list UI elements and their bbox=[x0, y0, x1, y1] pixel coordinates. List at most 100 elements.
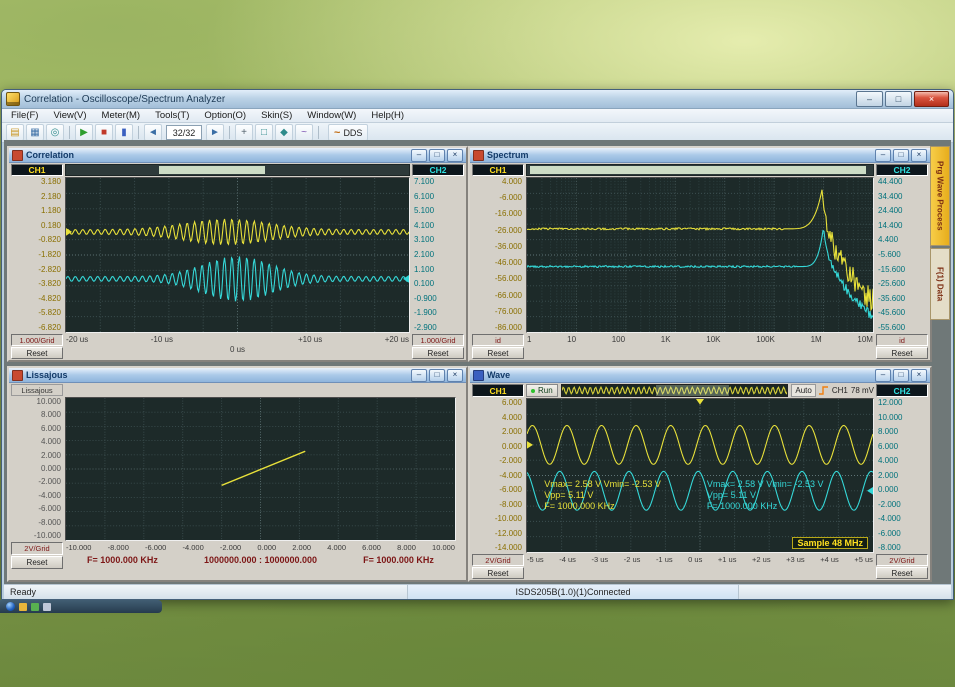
x-tick: -10.000 bbox=[66, 543, 91, 552]
open-icon[interactable]: ▤ bbox=[6, 124, 24, 141]
toolbar-separator bbox=[138, 126, 139, 139]
next-frame-icon[interactable]: ► bbox=[206, 124, 224, 141]
menu-option[interactable]: Option(O) bbox=[203, 110, 247, 121]
correlation-ch1-reset-button[interactable]: Reset bbox=[11, 347, 63, 359]
menu-view[interactable]: View(V) bbox=[52, 110, 87, 121]
lissajous-close-button[interactable]: × bbox=[447, 369, 463, 382]
wave-preview-strip[interactable] bbox=[561, 384, 789, 397]
cursor-icon[interactable]: + bbox=[235, 124, 253, 141]
snapshot-icon[interactable]: ◎ bbox=[46, 124, 64, 141]
spectrum-scroll-thumb[interactable] bbox=[530, 166, 866, 174]
spectrum-titlebar[interactable]: Spectrum – □ × bbox=[470, 148, 930, 163]
wave-maximize-button[interactable]: □ bbox=[893, 369, 909, 382]
axis-tick: 0.100 bbox=[414, 280, 434, 288]
lissajous-trace bbox=[66, 398, 455, 540]
prev-frame-icon[interactable]: ◄ bbox=[144, 124, 162, 141]
correlation-close-button[interactable]: × bbox=[447, 149, 463, 162]
axis-tick: -6.000 bbox=[38, 505, 61, 513]
spectrum-window-icon bbox=[473, 150, 484, 161]
spectrum-maximize-button[interactable]: □ bbox=[893, 149, 909, 162]
correlation-scroll-thumb[interactable] bbox=[159, 166, 265, 174]
axis-tick: -35.600 bbox=[878, 295, 905, 303]
menu-tools[interactable]: Tools(T) bbox=[154, 110, 190, 121]
tab-prg-wave-process[interactable]: Prg Wave Process bbox=[930, 146, 950, 246]
x-tick: +3 us bbox=[786, 555, 805, 564]
wave-preview-window[interactable] bbox=[656, 385, 728, 396]
single-capture-icon[interactable]: ▮ bbox=[115, 124, 133, 141]
menu-file[interactable]: File(F) bbox=[10, 110, 39, 121]
correlation-titlebar[interactable]: Correlation – □ × bbox=[9, 148, 466, 163]
taskbar-app-icon-2[interactable] bbox=[43, 603, 51, 611]
correlation-ch2-reset-button[interactable]: Reset bbox=[412, 347, 464, 359]
lissajous-maximize-button[interactable]: □ bbox=[429, 369, 445, 382]
wave-window-icon bbox=[473, 370, 484, 381]
wave-traces bbox=[527, 399, 873, 552]
wave-ch1-reset-button[interactable]: Reset bbox=[472, 567, 524, 579]
correlation-ch2-label: CH2 bbox=[412, 164, 464, 176]
axis-tick: -14.000 bbox=[495, 544, 522, 552]
axis-tick: 4.100 bbox=[414, 222, 434, 230]
titlebar[interactable]: Correlation - Oscilloscope/Spectrum Anal… bbox=[2, 90, 953, 109]
axis-tick: 0.000 bbox=[878, 486, 898, 494]
x-tick: -4 us bbox=[559, 555, 576, 564]
stop-icon[interactable]: ■ bbox=[95, 124, 113, 141]
axis-tick: -6.000 bbox=[499, 194, 522, 202]
spectrum-ch1-grid-scale: id bbox=[472, 334, 524, 346]
menu-meter[interactable]: Meter(M) bbox=[101, 110, 142, 121]
spectrum-scroll-strip[interactable] bbox=[526, 164, 874, 176]
start-button-icon[interactable] bbox=[6, 602, 15, 611]
taskbar-folder-icon[interactable] bbox=[19, 603, 27, 611]
axis-tick: -55.600 bbox=[878, 324, 905, 332]
axis-tick: -2.820 bbox=[38, 266, 61, 274]
menu-window[interactable]: Window(W) bbox=[306, 110, 357, 121]
spectrum-ch1-axis: 4.000-6.000-16.000-26.000-36.000-46.000-… bbox=[471, 177, 525, 333]
correlation-x-center: 0 us bbox=[64, 345, 411, 357]
spectrum-ch2-reset-button[interactable]: Reset bbox=[876, 347, 928, 359]
x-tick: +2 us bbox=[752, 555, 771, 564]
minimize-button[interactable]: – bbox=[856, 91, 883, 107]
taskbar[interactable] bbox=[0, 600, 162, 613]
dds-button[interactable]: ~ DDS bbox=[328, 124, 368, 141]
taskbar-app-icon[interactable] bbox=[31, 603, 39, 611]
spectrum-close-button[interactable]: × bbox=[911, 149, 927, 162]
main-window: Correlation - Oscilloscope/Spectrum Anal… bbox=[1, 89, 954, 600]
wave-titlebar[interactable]: Wave – □ × bbox=[470, 368, 930, 383]
spectrum-ch1-reset-button[interactable]: Reset bbox=[472, 347, 524, 359]
axis-tick: -6.000 bbox=[499, 486, 522, 494]
menu-help[interactable]: Help(H) bbox=[370, 110, 405, 121]
x-tick: +10 us bbox=[298, 335, 322, 344]
wave-ch2-reset-button[interactable]: Reset bbox=[876, 567, 928, 579]
wave-x-axis: -5 us-4 us-3 us-2 us-1 us0 us+1 us+2 us+… bbox=[525, 553, 875, 565]
lissajous-titlebar[interactable]: Lissajous – □ × bbox=[9, 368, 466, 383]
save-icon[interactable]: ▦ bbox=[26, 124, 44, 141]
persist-display-icon[interactable]: ◆ bbox=[275, 124, 293, 141]
measurement-line: F= 1000.000 KHz bbox=[544, 501, 661, 512]
lissajous-minimize-button[interactable]: – bbox=[411, 369, 427, 382]
axis-tick: -2.900 bbox=[414, 324, 437, 332]
axis-tick: 10.000 bbox=[37, 398, 61, 406]
fft-icon[interactable]: ~ bbox=[295, 124, 313, 141]
x-tick: 0.000 bbox=[257, 543, 276, 552]
lissajous-bottom-spacer bbox=[457, 541, 465, 579]
correlation-scroll-strip[interactable] bbox=[65, 164, 410, 176]
close-button[interactable]: × bbox=[914, 91, 949, 107]
correlation-waveform bbox=[66, 178, 409, 332]
trigger-mode-button[interactable]: Auto bbox=[791, 384, 815, 397]
axis-tick: 6.000 bbox=[41, 425, 61, 433]
menu-skin[interactable]: Skin(S) bbox=[260, 110, 293, 121]
maximize-button[interactable]: □ bbox=[885, 91, 912, 107]
axis-tick: -2.000 bbox=[38, 478, 61, 486]
wave-close-button[interactable]: × bbox=[911, 369, 927, 382]
correlation-ch2-grid-scale: 1.000/Grid bbox=[412, 334, 464, 346]
run-icon[interactable]: ▶ bbox=[75, 124, 93, 141]
spectrum-minimize-button[interactable]: – bbox=[875, 149, 891, 162]
lissajous-reset-button[interactable]: Reset bbox=[11, 556, 63, 569]
x-tick: 0 us bbox=[688, 555, 702, 564]
grid-display-icon[interactable]: □ bbox=[255, 124, 273, 141]
wave-minimize-button[interactable]: – bbox=[875, 369, 891, 382]
axis-tick: 24.400 bbox=[878, 207, 902, 215]
run-button[interactable]: Run bbox=[526, 384, 558, 397]
tab-f1-data[interactable]: F(1) Data bbox=[930, 248, 950, 320]
correlation-minimize-button[interactable]: – bbox=[411, 149, 427, 162]
correlation-maximize-button[interactable]: □ bbox=[429, 149, 445, 162]
